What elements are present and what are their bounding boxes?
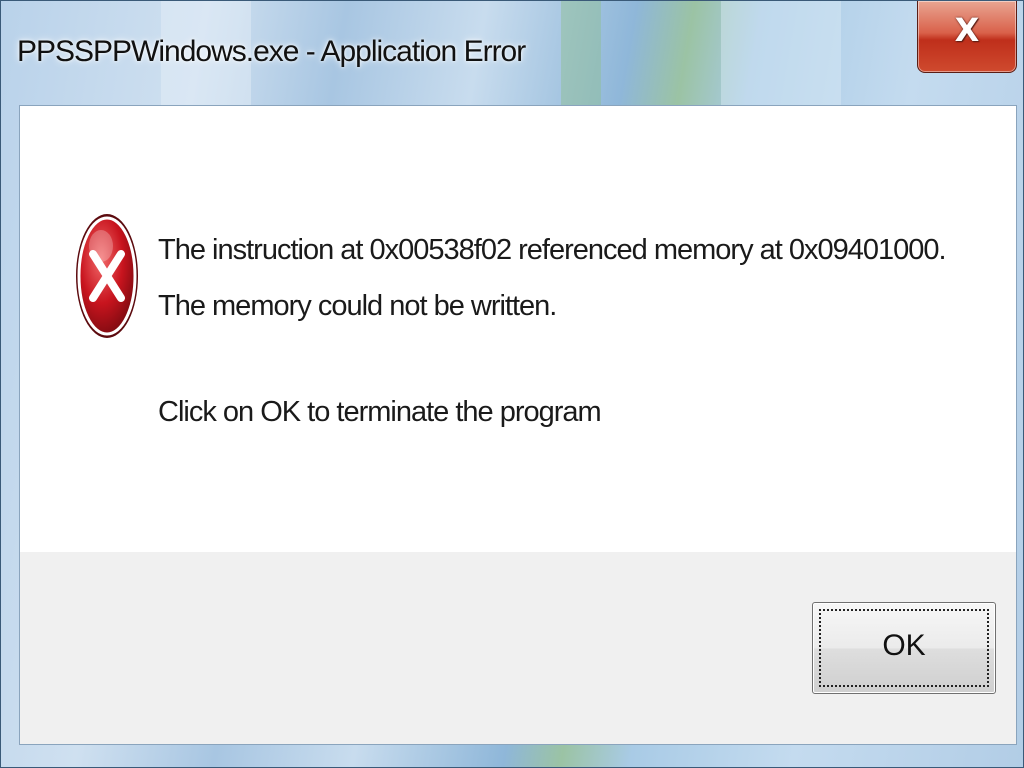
error-dialog-window: PPSSPPWindows.exe - Application Error X (0, 0, 1024, 768)
button-panel: OK (20, 552, 1016, 744)
window-title: PPSSPPWindows.exe - Application Error (17, 35, 526, 68)
title-bar[interactable]: PPSSPPWindows.exe - Application Error X (1, 1, 1023, 105)
message-panel: The instruction at 0x00538f02 referenced… (20, 106, 1016, 552)
dialog-client-area: The instruction at 0x00538f02 referenced… (19, 105, 1017, 745)
close-icon: X (954, 11, 980, 49)
close-button[interactable]: X (917, 1, 1017, 73)
ok-button-label: OK (882, 629, 926, 662)
error-message: The instruction at 0x00538f02 referenced… (158, 234, 947, 322)
error-icon (76, 214, 138, 338)
ok-button[interactable]: OK (812, 602, 996, 694)
terminate-prompt: Click on OK to terminate the program (158, 396, 602, 428)
